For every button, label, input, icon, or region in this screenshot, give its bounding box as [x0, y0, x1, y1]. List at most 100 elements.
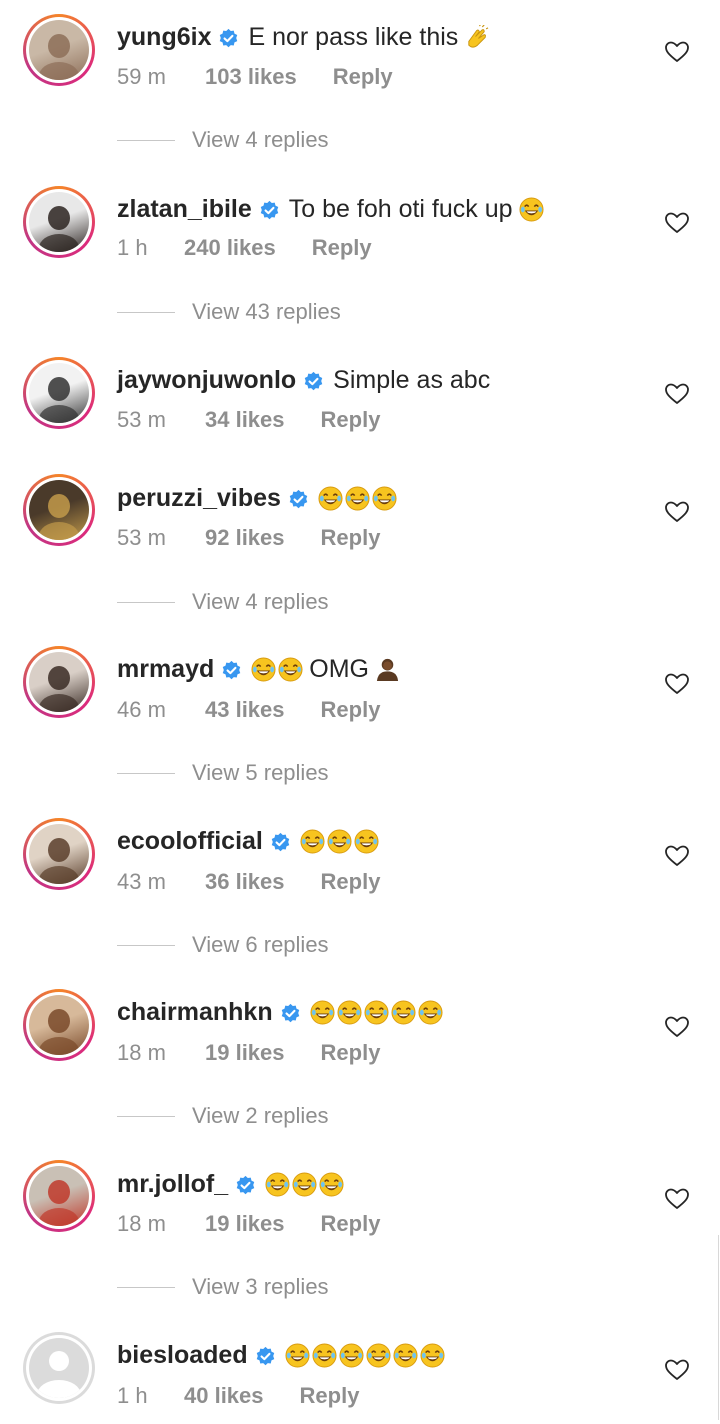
heart-outline-icon[interactable] — [664, 40, 690, 64]
reply-button[interactable]: Reply — [321, 697, 381, 723]
username-link[interactable]: mrmayd — [117, 655, 214, 684]
laugh-emoji-icon — [251, 656, 276, 682]
timestamp: 18 m — [117, 1211, 166, 1236]
avatar[interactable] — [23, 1332, 95, 1404]
avatar[interactable] — [23, 818, 95, 890]
likes-count[interactable]: 19 likes — [205, 1211, 285, 1237]
username-link[interactable]: jaywonjuwonlo — [117, 366, 296, 395]
verified-badge-icon — [280, 1002, 301, 1023]
username-link[interactable]: peruzzi_vibes — [117, 484, 281, 513]
heart-outline-icon[interactable] — [664, 382, 690, 406]
laugh-emoji-icon — [310, 999, 335, 1025]
view-replies-button[interactable]: View 4 replies — [117, 125, 329, 155]
view-replies-button[interactable]: View 2 replies — [117, 1101, 329, 1131]
timestamp: 46 m — [117, 697, 166, 722]
reply-button[interactable]: Reply — [300, 1383, 360, 1409]
comment-meta: 18 m 19 likes Reply — [117, 1209, 380, 1239]
laugh-emoji-icon — [339, 1342, 364, 1368]
view-replies-label: View 6 replies — [192, 932, 329, 957]
heart-outline-icon[interactable] — [664, 1358, 690, 1382]
comment-line: zlatan_ibile To be foh oti fuck up — [117, 189, 546, 229]
heart-outline-icon[interactable] — [664, 500, 690, 524]
avatar[interactable] — [23, 357, 95, 429]
comment-meta: 1 h 240 likes Reply — [117, 233, 372, 263]
view-replies-button[interactable]: View 6 replies — [117, 930, 329, 960]
reply-button[interactable]: Reply — [321, 1211, 381, 1237]
likes-count[interactable]: 19 likes — [205, 1040, 285, 1066]
comment-line: jaywonjuwonlo Simple as abc — [117, 360, 496, 400]
comment-line: ecoolofficial — [117, 821, 381, 861]
timestamp: 18 m — [117, 1040, 166, 1065]
replies-divider — [117, 311, 175, 313]
view-replies-button[interactable]: View 3 replies — [117, 1272, 329, 1302]
avatar[interactable] — [23, 1160, 95, 1232]
likes-count[interactable]: 36 likes — [205, 869, 285, 895]
username-link[interactable]: biesloaded — [117, 1341, 248, 1370]
username-link[interactable]: zlatan_ibile — [117, 195, 252, 224]
verified-badge-icon — [303, 370, 324, 391]
verified-badge-icon — [218, 27, 239, 48]
view-replies-button[interactable]: View 5 replies — [117, 758, 329, 788]
view-replies-button[interactable]: View 4 replies — [117, 587, 329, 617]
likes-count[interactable]: 240 likes — [184, 235, 276, 261]
verified-badge-icon — [270, 831, 291, 852]
heart-outline-icon[interactable] — [664, 211, 690, 235]
timestamp: 53 m — [117, 525, 166, 550]
view-replies-label: View 3 replies — [192, 1274, 329, 1299]
username-link[interactable]: ecoolofficial — [117, 827, 263, 856]
comment-meta: 18 m 19 likes Reply — [117, 1038, 380, 1068]
reply-button[interactable]: Reply — [333, 64, 393, 90]
username-link[interactable]: yung6ix — [117, 23, 211, 52]
laugh-emoji-icon — [393, 1342, 418, 1368]
laugh-emoji-icon — [366, 1342, 391, 1368]
heart-outline-icon[interactable] — [664, 672, 690, 696]
view-replies-label: View 5 replies — [192, 760, 329, 785]
comment-line: yung6ix E nor pass like this — [117, 17, 491, 57]
laugh-emoji-icon — [372, 485, 397, 511]
comment-meta: 46 m 43 likes Reply — [117, 695, 380, 725]
avatar[interactable] — [23, 474, 95, 546]
avatar[interactable] — [23, 186, 95, 258]
likes-count[interactable]: 92 likes — [205, 525, 285, 551]
avatar[interactable] — [23, 646, 95, 718]
reply-button[interactable]: Reply — [321, 1040, 381, 1066]
comment-meta: 1 h 40 likes Reply — [117, 1381, 359, 1411]
likes-count[interactable]: 43 likes — [205, 697, 285, 723]
reply-button[interactable]: Reply — [312, 235, 372, 261]
laugh-emoji-icon — [391, 999, 416, 1025]
laugh-emoji-icon — [354, 828, 379, 854]
likes-count[interactable]: 40 likes — [184, 1383, 264, 1409]
comment-line: chairmanhkn — [117, 992, 445, 1032]
reply-button[interactable]: Reply — [321, 869, 381, 895]
laugh-emoji-icon — [285, 1342, 310, 1368]
timestamp: 43 m — [117, 869, 166, 894]
replies-divider — [117, 139, 175, 141]
username-link[interactable]: mr.jollof_ — [117, 1170, 228, 1199]
likes-count[interactable]: 103 likes — [205, 64, 297, 90]
clap-emoji-icon — [464, 24, 489, 50]
comment-text: Simple as abc — [333, 365, 491, 394]
avatar[interactable] — [23, 14, 95, 86]
heart-outline-icon[interactable] — [664, 1015, 690, 1039]
likes-count[interactable]: 34 likes — [205, 407, 285, 433]
replies-divider — [117, 1115, 175, 1117]
laugh-emoji-icon — [319, 1171, 344, 1197]
laugh-emoji-icon — [300, 828, 325, 854]
heart-outline-icon[interactable] — [664, 1187, 690, 1211]
comment-line: peruzzi_vibes — [117, 478, 399, 518]
heart-outline-icon[interactable] — [664, 844, 690, 868]
laugh-emoji-icon — [318, 485, 343, 511]
laugh-emoji-icon — [312, 1342, 337, 1368]
reply-button[interactable]: Reply — [321, 525, 381, 551]
view-replies-label: View 4 replies — [192, 589, 329, 614]
avatar[interactable] — [23, 989, 95, 1061]
comment-text: To be foh oti fuck up — [288, 194, 513, 223]
comment-meta: 59 m 103 likes Reply — [117, 62, 393, 92]
laugh-emoji-icon — [278, 656, 303, 682]
reply-button[interactable]: Reply — [321, 407, 381, 433]
view-replies-button[interactable]: View 43 replies — [117, 297, 341, 327]
username-link[interactable]: chairmanhkn — [117, 998, 273, 1027]
laugh-emoji-icon — [292, 1171, 317, 1197]
verified-badge-icon — [255, 1345, 276, 1366]
replies-divider — [117, 772, 175, 774]
